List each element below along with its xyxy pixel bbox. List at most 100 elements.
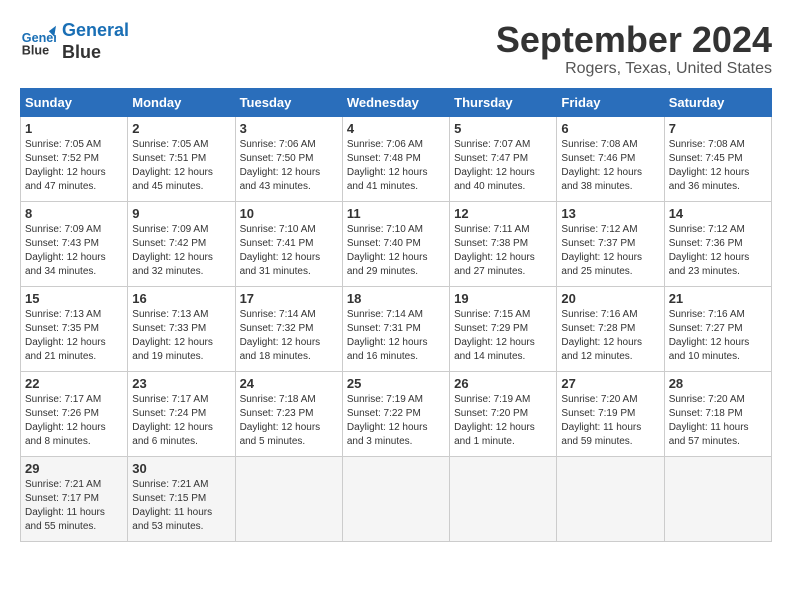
cell-info: Sunrise: 7:16 AM Sunset: 7:28 PM Dayligh… <box>561 308 659 364</box>
logo-icon: General Blue <box>20 24 56 60</box>
day-number: 25 <box>347 376 445 391</box>
calendar-week-2: 8 Sunrise: 7:09 AM Sunset: 7:43 PM Daylig… <box>21 201 772 286</box>
day-number: 22 <box>25 376 123 391</box>
weekday-header-thursday: Thursday <box>450 88 557 116</box>
day-number: 16 <box>132 291 230 306</box>
cell-info: Sunrise: 7:21 AM Sunset: 7:17 PM Dayligh… <box>25 478 123 534</box>
calendar-cell: 8 Sunrise: 7:09 AM Sunset: 7:43 PM Daylig… <box>21 201 128 286</box>
cell-info: Sunrise: 7:11 AM Sunset: 7:38 PM Dayligh… <box>454 223 552 279</box>
weekday-header-monday: Monday <box>128 88 235 116</box>
logo: General Blue GeneralBlue <box>20 20 129 63</box>
cell-info: Sunrise: 7:12 AM Sunset: 7:37 PM Dayligh… <box>561 223 659 279</box>
day-number: 7 <box>669 121 767 136</box>
calendar-cell: 20 Sunrise: 7:16 AM Sunset: 7:28 PM Dayli… <box>557 286 664 371</box>
cell-info: Sunrise: 7:18 AM Sunset: 7:23 PM Dayligh… <box>240 393 338 449</box>
day-number: 26 <box>454 376 552 391</box>
cell-info: Sunrise: 7:12 AM Sunset: 7:36 PM Dayligh… <box>669 223 767 279</box>
day-number: 18 <box>347 291 445 306</box>
day-number: 1 <box>25 121 123 136</box>
calendar-cell: 19Sunrise: 7:15 AM Sunset: 7:29 PM Dayli… <box>450 286 557 371</box>
weekday-header-saturday: Saturday <box>664 88 771 116</box>
calendar-cell: 30 Sunrise: 7:21 AM Sunset: 7:15 PM Dayli… <box>128 456 235 541</box>
calendar-cell: 7 Sunrise: 7:08 AM Sunset: 7:45 PM Daylig… <box>664 116 771 201</box>
cell-info: Sunrise: 7:14 AM Sunset: 7:32 PM Dayligh… <box>240 308 338 364</box>
calendar-cell: 29 Sunrise: 7:21 AM Sunset: 7:17 PM Dayli… <box>21 456 128 541</box>
calendar-cell: 4 Sunrise: 7:06 AM Sunset: 7:48 PM Daylig… <box>342 116 449 201</box>
calendar-cell: 6Sunrise: 7:08 AM Sunset: 7:46 PM Daylig… <box>557 116 664 201</box>
day-number: 9 <box>132 206 230 221</box>
calendar-cell <box>342 456 449 541</box>
calendar-cell: 5Sunrise: 7:07 AM Sunset: 7:47 PM Daylig… <box>450 116 557 201</box>
cell-info: Sunrise: 7:09 AM Sunset: 7:42 PM Dayligh… <box>132 223 230 279</box>
day-number: 24 <box>240 376 338 391</box>
day-number: 28 <box>669 376 767 391</box>
day-number: 15 <box>25 291 123 306</box>
cell-info: Sunrise: 7:10 AM Sunset: 7:40 PM Dayligh… <box>347 223 445 279</box>
cell-info: Sunrise: 7:17 AM Sunset: 7:26 PM Dayligh… <box>25 393 123 449</box>
day-number: 21 <box>669 291 767 306</box>
calendar-cell: 28 Sunrise: 7:20 AM Sunset: 7:18 PM Dayli… <box>664 371 771 456</box>
day-number: 29 <box>25 461 123 476</box>
day-number: 19 <box>454 291 552 306</box>
cell-info: Sunrise: 7:08 AM Sunset: 7:45 PM Dayligh… <box>669 138 767 194</box>
day-number: 13 <box>561 206 659 221</box>
calendar-cell: 24 Sunrise: 7:18 AM Sunset: 7:23 PM Dayli… <box>235 371 342 456</box>
month-title: September 2024 <box>496 20 772 60</box>
cell-info: Sunrise: 7:07 AM Sunset: 7:47 PM Dayligh… <box>454 138 552 194</box>
calendar-cell: 15 Sunrise: 7:13 AM Sunset: 7:35 PM Dayli… <box>21 286 128 371</box>
calendar-cell: 21 Sunrise: 7:16 AM Sunset: 7:27 PM Dayli… <box>664 286 771 371</box>
cell-info: Sunrise: 7:06 AM Sunset: 7:48 PM Dayligh… <box>347 138 445 194</box>
day-number: 2 <box>132 121 230 136</box>
calendar-cell: 11 Sunrise: 7:10 AM Sunset: 7:40 PM Dayli… <box>342 201 449 286</box>
day-number: 10 <box>240 206 338 221</box>
calendar-cell: 22 Sunrise: 7:17 AM Sunset: 7:26 PM Dayli… <box>21 371 128 456</box>
day-number: 8 <box>25 206 123 221</box>
cell-info: Sunrise: 7:05 AM Sunset: 7:51 PM Dayligh… <box>132 138 230 194</box>
cell-info: Sunrise: 7:06 AM Sunset: 7:50 PM Dayligh… <box>240 138 338 194</box>
calendar-cell: 17Sunrise: 7:14 AM Sunset: 7:32 PM Dayli… <box>235 286 342 371</box>
cell-info: Sunrise: 7:20 AM Sunset: 7:18 PM Dayligh… <box>669 393 767 449</box>
calendar-cell <box>235 456 342 541</box>
day-number: 27 <box>561 376 659 391</box>
calendar-cell: 26 Sunrise: 7:19 AM Sunset: 7:20 PM Dayli… <box>450 371 557 456</box>
cell-info: Sunrise: 7:13 AM Sunset: 7:35 PM Dayligh… <box>25 308 123 364</box>
calendar-cell: 25 Sunrise: 7:19 AM Sunset: 7:22 PM Dayli… <box>342 371 449 456</box>
title-area: September 2024 Rogers, Texas, United Sta… <box>496 20 772 78</box>
day-number: 30 <box>132 461 230 476</box>
svg-text:Blue: Blue <box>22 43 49 57</box>
cell-info: Sunrise: 7:19 AM Sunset: 7:20 PM Dayligh… <box>454 393 552 449</box>
calendar-week-5: 29 Sunrise: 7:21 AM Sunset: 7:17 PM Dayli… <box>21 456 772 541</box>
day-number: 11 <box>347 206 445 221</box>
calendar-cell: 10Sunrise: 7:10 AM Sunset: 7:41 PM Dayli… <box>235 201 342 286</box>
day-number: 20 <box>561 291 659 306</box>
day-number: 12 <box>454 206 552 221</box>
weekday-header-row: SundayMondayTuesdayWednesdayThursdayFrid… <box>21 88 772 116</box>
day-number: 3 <box>240 121 338 136</box>
calendar-cell: 2 Sunrise: 7:05 AM Sunset: 7:51 PM Daylig… <box>128 116 235 201</box>
calendar-cell: 13 Sunrise: 7:12 AM Sunset: 7:37 PM Dayli… <box>557 201 664 286</box>
cell-info: Sunrise: 7:19 AM Sunset: 7:22 PM Dayligh… <box>347 393 445 449</box>
calendar-cell <box>450 456 557 541</box>
calendar-cell <box>557 456 664 541</box>
calendar-cell: 18 Sunrise: 7:14 AM Sunset: 7:31 PM Dayli… <box>342 286 449 371</box>
calendar-cell: 27 Sunrise: 7:20 AM Sunset: 7:19 PM Dayli… <box>557 371 664 456</box>
day-number: 4 <box>347 121 445 136</box>
weekday-header-wednesday: Wednesday <box>342 88 449 116</box>
location: Rogers, Texas, United States <box>496 60 772 78</box>
calendar-table: SundayMondayTuesdayWednesdayThursdayFrid… <box>20 88 772 542</box>
logo-text: GeneralBlue <box>62 20 129 63</box>
cell-info: Sunrise: 7:09 AM Sunset: 7:43 PM Dayligh… <box>25 223 123 279</box>
cell-info: Sunrise: 7:17 AM Sunset: 7:24 PM Dayligh… <box>132 393 230 449</box>
cell-info: Sunrise: 7:20 AM Sunset: 7:19 PM Dayligh… <box>561 393 659 449</box>
calendar-cell: 3 Sunrise: 7:06 AM Sunset: 7:50 PM Daylig… <box>235 116 342 201</box>
calendar-week-4: 22 Sunrise: 7:17 AM Sunset: 7:26 PM Dayli… <box>21 371 772 456</box>
cell-info: Sunrise: 7:08 AM Sunset: 7:46 PM Dayligh… <box>561 138 659 194</box>
cell-info: Sunrise: 7:14 AM Sunset: 7:31 PM Dayligh… <box>347 308 445 364</box>
cell-info: Sunrise: 7:16 AM Sunset: 7:27 PM Dayligh… <box>669 308 767 364</box>
calendar-week-1: 1Sunrise: 7:05 AM Sunset: 7:52 PM Daylig… <box>21 116 772 201</box>
calendar-cell: 12 Sunrise: 7:11 AM Sunset: 7:38 PM Dayli… <box>450 201 557 286</box>
calendar-cell: 1Sunrise: 7:05 AM Sunset: 7:52 PM Daylig… <box>21 116 128 201</box>
calendar-cell: 9 Sunrise: 7:09 AM Sunset: 7:42 PM Daylig… <box>128 201 235 286</box>
day-number: 14 <box>669 206 767 221</box>
cell-info: Sunrise: 7:21 AM Sunset: 7:15 PM Dayligh… <box>132 478 230 534</box>
